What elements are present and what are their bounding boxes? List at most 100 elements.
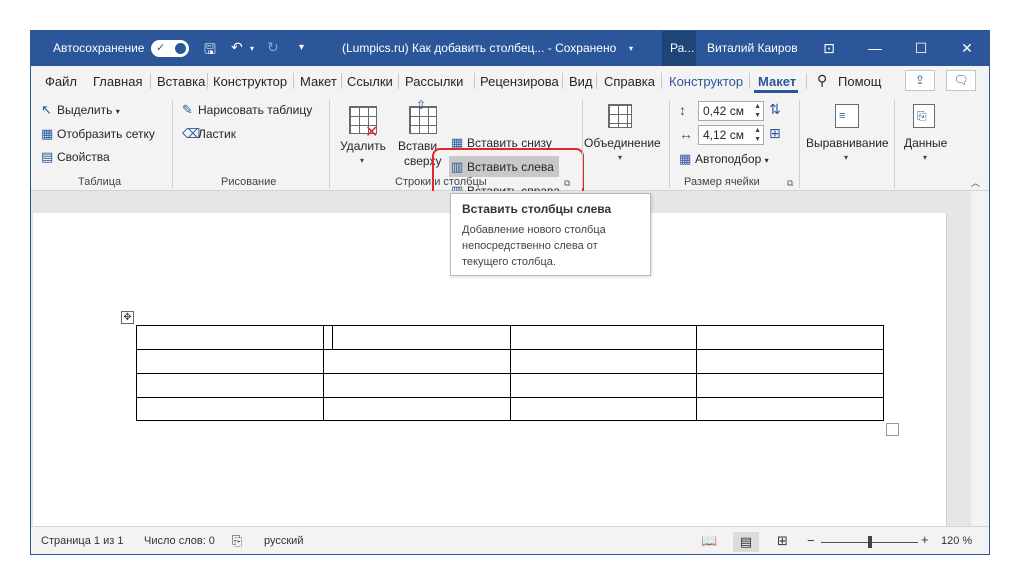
tab-help[interactable]: Справка [604,74,655,89]
undo-dropdown-icon[interactable]: ▾ [250,44,254,53]
tab-separator [207,73,208,89]
user-name[interactable]: Виталий Каиров [707,41,798,55]
cursor-icon: ↖ [41,102,52,117]
properties-button[interactable]: ▤ Свойства [41,149,110,165]
properties-label: Свойства [57,150,110,164]
chevron-down-icon: ▾ [360,156,365,165]
tab-review[interactable]: Рецензирова [480,74,559,89]
minimize-icon[interactable]: — [852,31,898,66]
table-row-border [136,373,884,374]
dialog-launcher-icon[interactable]: ⧉ [564,178,570,189]
zoom-level[interactable]: 120 % [941,535,972,547]
tab-table-design[interactable]: Конструктор [669,74,743,89]
ra-tab[interactable]: Ра... [662,31,696,66]
web-layout-icon[interactable]: ⊞ [777,533,788,549]
status-bar: Страница 1 из 1 Число слов: 0 ⎘ русский … [31,526,989,554]
distribute-columns-icon[interactable]: ⊞ [769,125,781,142]
autosave-toggle[interactable]: ✓ [151,40,189,57]
group-label-table: Таблица [78,176,122,188]
tooltip-line: текущего столбца. [462,256,556,268]
tab-insert[interactable]: Вставка [157,74,205,89]
autofit-button[interactable]: ▦ Автоподбор ▾ [679,151,769,167]
tell-me-search[interactable]: Помощ [838,74,881,89]
draw-table-button[interactable]: ✎ Нарисовать таблицу [182,102,312,118]
undo-icon[interactable]: ↶ [231,39,243,56]
tab-layout[interactable]: Макет [300,74,337,89]
word-window: Автосохранение ✓ 🖫 ↶ ▾ ↻ ▾ (Lumpics.ru) … [30,30,990,555]
tab-design[interactable]: Конструктор [213,74,287,89]
ribbon: ↖ Выделить ▾ ▦ Отобразить сетку ▤ Свойства … [31,94,989,208]
tab-separator [661,73,662,89]
autofit-icon: ▦ [679,151,692,166]
tab-separator [806,73,807,89]
show-gridlines-label: Отобразить сетку [57,127,155,141]
alignment-button[interactable]: Выравнивание [806,136,889,150]
column-width-icon: ↔ [679,126,693,142]
vertical-scrollbar[interactable] [971,191,989,526]
table-row-border [136,349,884,350]
delete-button[interactable]: Удалить [340,139,386,153]
page-count[interactable]: Страница 1 из 1 [41,535,123,547]
dialog-launcher-icon[interactable]: ⧉ [787,178,793,189]
group-label-rows-cols: Строки и столбцы [395,176,487,188]
tooltip-body: Добавление нового столбца непосредственн… [462,222,639,270]
active-tab-indicator [754,90,798,93]
tab-separator [474,73,475,89]
insert-above-button[interactable]: Встави [398,139,437,153]
zoom-out-icon[interactable]: − [807,533,815,548]
data-doc-icon: ⎘ [917,109,927,123]
tab-table-layout[interactable]: Макет [758,74,796,89]
save-icon[interactable]: 🖫 [204,39,216,63]
chevron-down-icon: ▾ [764,156,769,165]
title-dropdown-icon[interactable]: ▾ [629,44,633,53]
zoom-in-icon[interactable]: + [921,532,929,547]
tab-home[interactable]: Главная [93,74,142,89]
row-height-icon: ↕ [679,102,686,118]
eraser-label: Ластик [198,127,236,141]
word-count[interactable]: Число слов: 0 [144,535,215,547]
row-height-field[interactable]: 0,42 см ▲ ▼ [698,101,764,121]
group-separator [329,100,330,188]
print-layout-icon[interactable]: ▤ [733,532,759,552]
tab-view[interactable]: Вид [569,74,593,89]
tab-separator [562,73,563,89]
data-button[interactable]: Данные [904,136,947,150]
tooltip-line: непосредственно слева от [462,240,598,252]
tab-separator [293,73,294,89]
column-width-field[interactable]: 4,12 см ▲ ▼ [698,125,764,145]
ribbon-display-options-icon[interactable]: ⊡ [806,31,852,66]
distribute-rows-icon[interactable]: ⇅ [769,101,781,118]
customize-toolbar-icon[interactable]: ▾ [299,42,304,53]
table-move-handle-icon[interactable]: ✥ [121,311,134,324]
tab-references[interactable]: Ссылки [347,74,393,89]
share-icon[interactable]: ⇪ [905,70,935,91]
read-mode-icon[interactable]: 📖 [701,533,717,549]
align-lines-icon: ≡ [839,110,846,122]
check-icon: ✓ [156,42,166,54]
group-separator [582,100,583,188]
group-separator [799,100,800,188]
tab-separator [749,73,750,89]
table-resize-handle[interactable] [886,423,899,436]
show-gridlines-button[interactable]: ▦ Отобразить сетку [41,126,155,142]
merge-button[interactable]: Объединение [584,136,661,150]
eraser-button[interactable]: ⌫Ластик [182,126,236,142]
table-properties-icon: ▤ [41,149,54,164]
close-icon[interactable]: ✕ [944,31,989,66]
language[interactable]: русский [264,535,303,547]
select-button[interactable]: ↖ Выделить ▾ [41,102,120,118]
maximize-icon[interactable]: ☐ [898,31,944,66]
spin-arrows-icon[interactable]: ▲ ▼ [754,102,761,120]
tab-mailings[interactable]: Рассылки [405,74,463,89]
tab-separator [398,73,399,89]
table-row-border [136,397,884,398]
word-table[interactable] [136,325,884,421]
group-separator [894,100,895,188]
spin-arrows-icon[interactable]: ▲ ▼ [754,126,761,144]
pencil-table-icon: ✎ [182,102,193,117]
zoom-slider-knob[interactable] [868,536,872,548]
collapse-ribbon-icon[interactable]: ︿ [971,176,980,189]
proofing-icon[interactable]: ⎘ [232,533,242,549]
tab-file[interactable]: Файл [45,74,77,89]
comments-icon[interactable]: 🗨 [946,70,976,91]
